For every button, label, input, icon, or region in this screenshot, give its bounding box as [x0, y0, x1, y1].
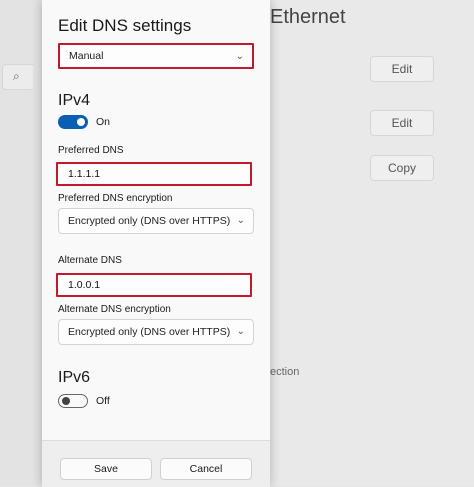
alternate-dns-label: Alternate DNS	[58, 255, 122, 266]
dns-mode-dropdown[interactable]: Manual ⌄	[58, 43, 254, 69]
alternate-dns-encryption-dropdown[interactable]: Encrypted only (DNS over HTTPS) ⌄	[58, 319, 254, 345]
alternate-dns-encryption-label: Alternate DNS encryption	[58, 304, 171, 315]
toggle-knob	[77, 118, 85, 126]
chevron-down-icon: ⌄	[235, 51, 244, 62]
search-icon: ⌕	[13, 69, 20, 83]
ipv6-heading: IPv6	[58, 369, 91, 386]
preferred-dns-label: Preferred DNS	[58, 145, 124, 156]
preferred-dns-encryption-value: Encrypted only (DNS over HTTPS)	[68, 215, 231, 227]
ipv6-toggle-label: Off	[96, 395, 110, 407]
ipv4-toggle[interactable]	[58, 115, 88, 129]
toggle-knob	[62, 397, 70, 405]
ipv4-heading: IPv4	[58, 92, 91, 109]
ipv4-toggle-label: On	[96, 116, 111, 128]
dialog-title: Edit DNS settings	[58, 16, 192, 35]
save-button[interactable]: Save	[60, 458, 152, 480]
dns-mode-value: Manual	[69, 50, 104, 62]
background-edit-button-2[interactable]: Edit	[370, 110, 434, 136]
background-partial-text: ection	[270, 366, 300, 378]
alternate-dns-input[interactable]: 1.0.0.1	[56, 273, 252, 297]
background-search-box[interactable]: ⌕	[2, 64, 33, 90]
chevron-down-icon: ⌄	[236, 215, 245, 226]
ipv6-toggle[interactable]	[58, 394, 88, 408]
preferred-dns-encryption-label: Preferred DNS encryption	[58, 193, 173, 204]
preferred-dns-input[interactable]: 1.1.1.1	[56, 162, 252, 186]
edit-dns-dialog: Edit DNS settings Manual ⌄ IPv4 On Prefe…	[42, 0, 270, 487]
chevron-down-icon: ⌄	[236, 326, 245, 337]
background-window-title: Ethernet	[270, 6, 346, 28]
alternate-dns-encryption-value: Encrypted only (DNS over HTTPS)	[68, 326, 231, 338]
background-edit-button[interactable]: Edit	[370, 56, 434, 82]
background-copy-button[interactable]: Copy	[370, 155, 434, 181]
cancel-button[interactable]: Cancel	[160, 458, 252, 480]
preferred-dns-encryption-dropdown[interactable]: Encrypted only (DNS over HTTPS) ⌄	[58, 208, 254, 234]
